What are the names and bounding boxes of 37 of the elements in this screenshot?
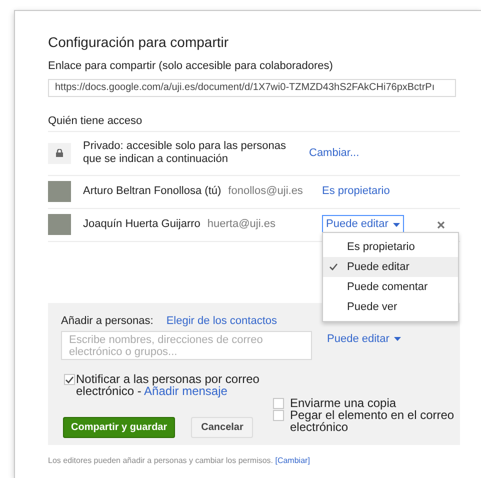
menu-item[interactable]: Puede ver: [323, 297, 458, 317]
close-icon[interactable]: [437, 220, 447, 230]
people-field[interactable]: Escribe nombres, direcciones de correo electrónico o grupos...: [61, 330, 312, 360]
person-name: Arturo Beltran Fonollosa (tú): [83, 184, 222, 200]
share-save-button[interactable]: Compartir y guardar: [63, 417, 176, 438]
change-permissions-link[interactable]: [Cambiar]: [275, 456, 310, 464]
link-field[interactable]: https://docs.google.com/a/uji.es/document/d/1X7wi0-TZMZD43hS2FAkCHi76pxBctrPı: [48, 78, 456, 96]
dialog-title: Configuración para compartir: [48, 33, 230, 52]
field-label: Añadir a personas:: [61, 314, 154, 330]
add-message-link[interactable]: Añadir mensaje: [144, 384, 228, 398]
menu-item[interactable]: Puede editar: [323, 257, 458, 277]
footer-text: Los editores pueden añadir a personas y cambiar los permisos. [Cambiar]: [48, 454, 311, 466]
role-label: Es propietario: [322, 184, 390, 200]
person-email: huerta@uji.es: [207, 217, 276, 232]
caret-icon: [394, 336, 402, 341]
section-heading: Quién tiene acceso: [48, 114, 144, 128]
option-checkbox[interactable]: [273, 410, 284, 420]
person-name: Joaquín Huerta Guijarro: [83, 217, 200, 232]
option-checkbox[interactable]: [273, 398, 284, 408]
person-email: fonollos@uji.es: [228, 184, 303, 200]
option-label: Pegar el elemento en el correo electrónico: [290, 408, 456, 432]
cancel-button[interactable]: Cancelar: [191, 417, 254, 438]
avatar-photo: [48, 181, 71, 202]
contacts-link[interactable]: Elegir de los contactos: [166, 313, 278, 330]
role-dropdown[interactable]: Puede editar: [327, 330, 402, 347]
menu-item[interactable]: Puede comentar: [323, 277, 458, 297]
caret-icon: [393, 222, 400, 226]
notify-checkbox[interactable]: [64, 374, 75, 385]
option-label: Enviarme una copia: [290, 396, 396, 408]
avatar-photo: [48, 214, 71, 235]
lock-icon: [56, 149, 63, 157]
field-label: Enlace para compartir (solo accesible para colaboradores): [48, 59, 334, 74]
change-link[interactable]: Cambiar...: [309, 144, 360, 162]
menu-item[interactable]: Es propietario: [323, 237, 458, 257]
notify-text: Notificar a las personas por correo electrónico - Añadir mensaje: [76, 373, 260, 397]
check-icon: [329, 263, 338, 271]
privacy-text: Privado: accesible solo para las personas que se indican a continuación: [83, 140, 288, 166]
